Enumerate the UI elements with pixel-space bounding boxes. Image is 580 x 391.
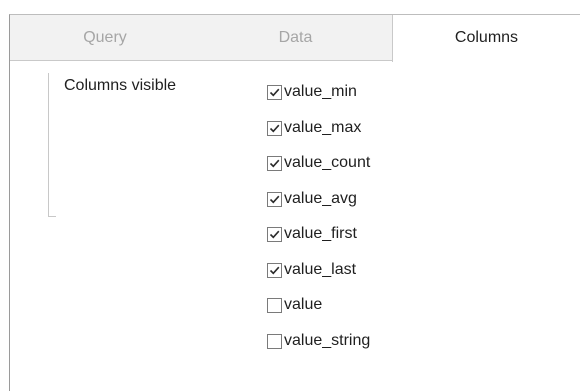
column-option-value-min[interactable]: value_min (267, 83, 370, 119)
column-option-value-string[interactable]: value_string (267, 332, 370, 368)
checkbox-checked[interactable] (267, 85, 282, 100)
checkmark-icon (269, 230, 280, 239)
checkmark-icon (269, 124, 280, 132)
checkbox-checked[interactable] (267, 227, 282, 242)
checkbox-checked[interactable] (267, 120, 282, 136)
tab-bar: Query Data Columns (10, 15, 580, 62)
column-option-value-avg[interactable]: value_avg (267, 190, 370, 226)
tab-data[interactable]: Data (200, 15, 391, 61)
column-option-label: value (284, 296, 323, 313)
column-option-value-first[interactable]: value_first (267, 225, 370, 261)
column-option-value-max[interactable]: value_max (267, 119, 370, 155)
column-option-value-last[interactable]: value_last (267, 261, 370, 297)
column-option-label: value_min (284, 83, 357, 100)
column-option-label: value_first (284, 225, 357, 242)
checkmark-icon (269, 159, 280, 168)
checkbox-unchecked[interactable] (267, 298, 282, 313)
checkmark-icon (269, 195, 280, 203)
tab-columns[interactable]: Columns (392, 15, 580, 62)
section-divider (48, 73, 49, 217)
tab-query[interactable]: Query (10, 15, 200, 61)
checkbox-checked[interactable] (267, 191, 282, 207)
checkbox-checked[interactable] (267, 262, 282, 278)
column-option-label: value_avg (284, 189, 357, 207)
column-option-label: value_last (284, 260, 357, 278)
column-option-label: value_string (284, 331, 371, 349)
column-option-label: value_max (284, 118, 362, 136)
column-checkbox-list: value_min value_max value_count value_avgva… (267, 83, 370, 367)
section-divider-foot (48, 216, 56, 217)
checkbox-unchecked[interactable] (267, 333, 282, 349)
column-option-value[interactable]: value (267, 296, 370, 332)
checkmark-icon (269, 266, 280, 274)
column-option-value-count[interactable]: value_count (267, 154, 370, 190)
checkmark-icon (269, 88, 280, 97)
columns-visible-label: Columns visible (64, 77, 177, 94)
column-option-label: value_count (284, 154, 371, 171)
checkbox-checked[interactable] (267, 156, 282, 171)
